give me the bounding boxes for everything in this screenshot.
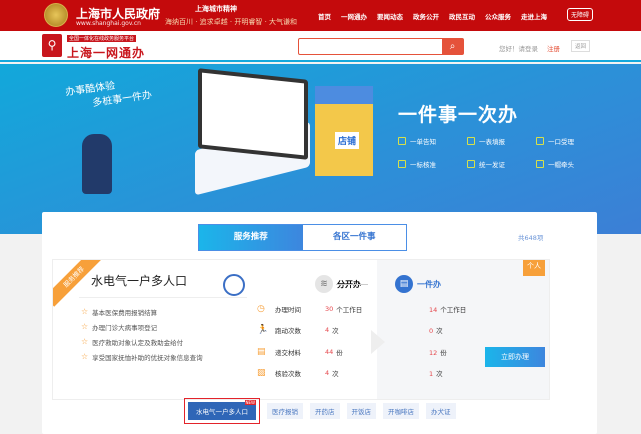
service-card: 服务推荐 各区一件事 共648项 服务推荐 个人 水电气一户多人口 ☆ 基本医保费… — [42, 212, 597, 434]
site-url: www.shanghai.gov.cn — [76, 20, 141, 27]
feature-item: 统一发证 — [467, 159, 505, 169]
reception-icon — [536, 137, 544, 145]
clock-icon: ◷ — [257, 304, 265, 314]
feature-item: 一帽牵头 — [536, 159, 574, 169]
personal-tag: 个人 — [523, 260, 545, 276]
nav-interaction[interactable]: 政民互动 — [449, 11, 475, 21]
users-icon — [223, 274, 245, 296]
feature-item: 一标核准 — [398, 159, 436, 169]
city-slogan: 海纳百川 · 追求卓越 · 开明睿智 · 大气谦和 — [165, 18, 298, 26]
service-chips: 水电气一户多人口 NEW 医疗报销 开药店 开饭店 开咖啡店 办犬证 — [184, 398, 456, 424]
top-bar: 上海市人民政府 www.shanghai.gov.cn 上海城市精神 海纳百川 … — [0, 0, 641, 31]
platform-logo-icon[interactable]: ⚲ — [42, 34, 62, 57]
list-item[interactable]: ☆ 办理门诊大病事项登记 — [81, 319, 203, 334]
lead-icon — [536, 160, 544, 168]
register-link[interactable]: 注册 — [547, 43, 560, 53]
feature-item: 一单告知 — [398, 136, 436, 146]
nav-open-gov[interactable]: 政务公开 — [413, 11, 439, 21]
metric-row: ◷ 办理时间 30 个工作日 — [257, 304, 363, 314]
chip-pharmacy[interactable]: 开药店 — [310, 403, 340, 419]
metric-row: ▧ 核验次数 4 次 — [257, 368, 339, 378]
feature-item: 一表填报 — [467, 136, 505, 146]
document-icon: ▤ — [395, 275, 413, 293]
shop-illustration — [315, 86, 373, 176]
metric-after: 12 份 — [429, 349, 447, 357]
notice-icon — [398, 137, 406, 145]
mode-single: ▤ 一件办 — [395, 275, 441, 293]
metric-after: 0次 — [429, 327, 443, 335]
divider — [79, 297, 247, 298]
metric-after: 1次 — [429, 370, 443, 378]
nav-home[interactable]: 首页 — [318, 11, 331, 21]
form-icon — [467, 137, 475, 145]
banner-title: 一件事一次办 — [398, 104, 519, 126]
apply-now-button[interactable]: 立即办理 — [485, 347, 545, 367]
new-badge: NEW — [244, 400, 256, 405]
service-title: 水电气一户多人口 — [91, 274, 188, 288]
tab-districts[interactable]: 各区一件事 — [303, 225, 407, 250]
nav-public-services[interactable]: 公众服务 — [485, 11, 511, 21]
search-input[interactable]: ⌕ — [298, 38, 464, 55]
list-item[interactable]: ☆ 医疗救助对象认定及救助金给付 — [81, 334, 203, 349]
total-count[interactable]: 共648项 — [518, 232, 543, 242]
search-icon[interactable]: ⌕ — [442, 39, 463, 54]
banner: 办事酷体验 多桩事一件办 店铺 — [0, 64, 641, 234]
arrow-icon — [371, 330, 385, 354]
nav-news[interactable]: 要闻动态 — [377, 11, 403, 21]
service-items: ☆ 基本医保费用报销结算 ☆ 办理门诊大病事项登记 ☆ 医疗救助对象认定及救助金给付 … — [81, 304, 203, 364]
runner-illustration — [82, 134, 112, 194]
service-panel: 服务推荐 个人 水电气一户多人口 ☆ 基本医保费用报销结算 ☆ 办理门诊大病事项登记… — [52, 259, 550, 400]
header: ⚲ 全国一体化在线政务服务平台 上海一网通办 ⌕ 您好！请登录 注册 返回 — [0, 31, 641, 62]
materials-icon: ▤ — [257, 347, 266, 357]
layers-icon: ≋ — [315, 275, 333, 293]
laptop-illustration — [198, 68, 308, 160]
star-icon: ☆ — [81, 307, 89, 316]
back-button[interactable]: 返回 — [571, 40, 591, 52]
approval-icon — [398, 160, 406, 168]
shop-sign: 店铺 — [335, 132, 360, 149]
platform-subtitle: 全国一体化在线政务服务平台 — [67, 35, 137, 42]
main-nav: 首页 一网通办 要闻动态 政务公开 政民互动 公众服务 走进上海 — [318, 11, 547, 21]
tab-bar: 服务推荐 各区一件事 — [198, 224, 407, 251]
nav-about-shanghai[interactable]: 走进上海 — [521, 11, 547, 21]
accessibility-button[interactable]: 无障碍 — [567, 8, 594, 21]
government-emblem-icon — [44, 3, 68, 27]
certificate-icon — [467, 160, 475, 168]
login-link[interactable]: 您好！请登录 — [499, 43, 538, 53]
star-icon: ☆ — [81, 322, 89, 331]
mode-connector — [336, 284, 368, 285]
list-item[interactable]: ☆ 基本医保费用报销结算 — [81, 304, 203, 319]
chip-medical[interactable]: 医疗报销 — [267, 403, 303, 419]
tab-recommended[interactable]: 服务推荐 — [199, 225, 303, 250]
metric-row: ▤ 递交材料 44 份 — [257, 347, 343, 357]
star-icon: ☆ — [81, 337, 89, 346]
nav-yiwangtongban[interactable]: 一网通办 — [341, 11, 367, 21]
metric-row: 🏃 跑动次数 4 次 — [257, 325, 339, 335]
chip-dog-license[interactable]: 办犬证 — [426, 403, 456, 419]
platform-name[interactable]: 上海一网通办 — [67, 44, 145, 61]
selected-chip-frame: 水电气一户多人口 NEW — [184, 398, 260, 424]
list-item[interactable]: ☆ 享受国家抚恤补助的优抚对象信息查询 — [81, 349, 203, 364]
star-icon: ☆ — [81, 352, 89, 361]
chip-cafe[interactable]: 开咖啡店 — [383, 403, 419, 419]
feature-item: 一口受理 — [536, 136, 574, 146]
running-icon: 🏃 — [257, 325, 269, 335]
chip-restaurant[interactable]: 开饭店 — [346, 403, 376, 419]
verify-icon: ▧ — [257, 368, 266, 378]
metric-after: 14 个工作日 — [429, 306, 467, 314]
slogan-title: 上海城市精神 — [195, 5, 237, 13]
